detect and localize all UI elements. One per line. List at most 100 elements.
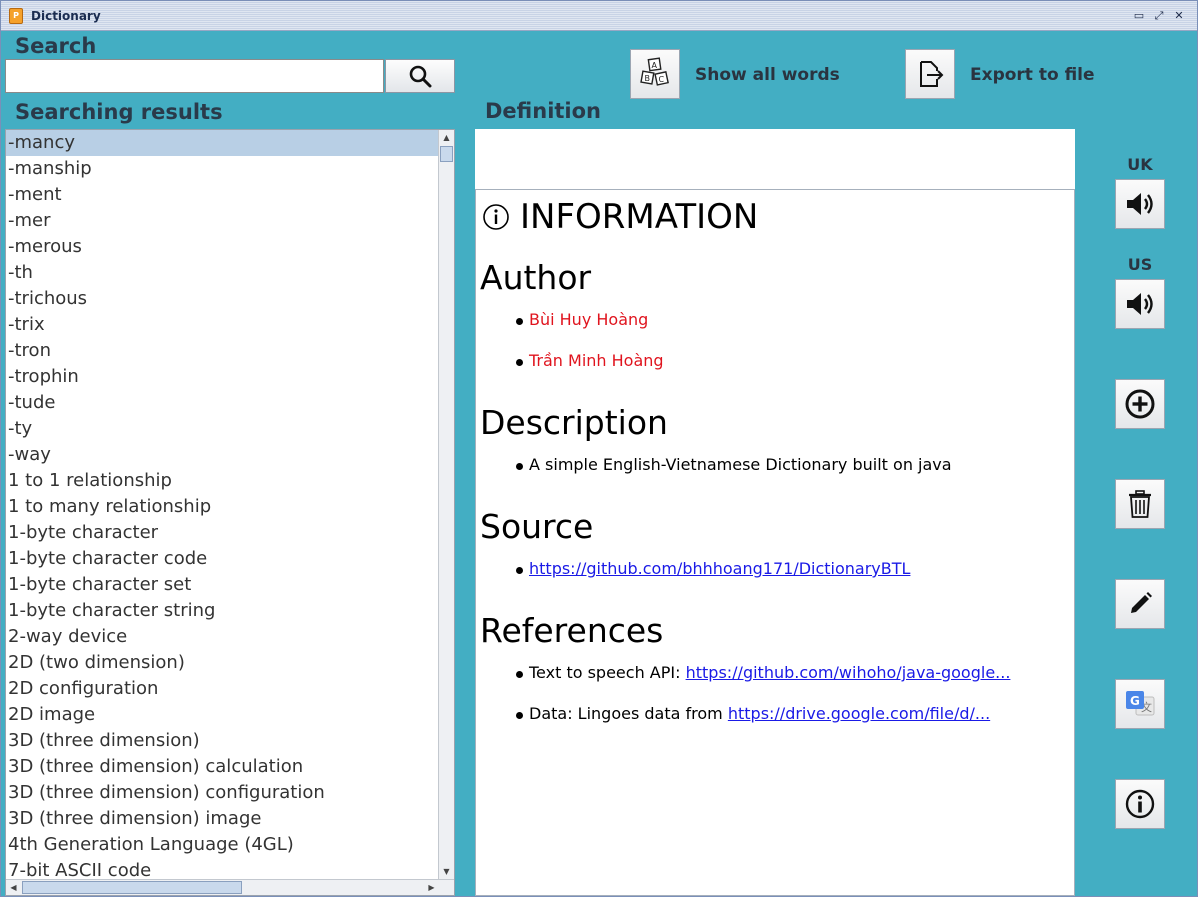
scroll-down-icon[interactable]: ▼ (439, 864, 454, 879)
add-circle-icon (1125, 389, 1155, 419)
result-item[interactable]: 2D (two dimension) (6, 650, 454, 676)
result-item[interactable]: -ty (6, 416, 454, 442)
window-title: Dictionary (31, 9, 101, 23)
about-button[interactable] (1115, 779, 1165, 829)
search-button[interactable] (385, 59, 455, 93)
description-item: A simple English-Vietnamese Dictionary b… (516, 455, 952, 474)
result-item[interactable]: 1 to many relationship (6, 494, 454, 520)
result-item[interactable]: -merous (6, 234, 454, 260)
minimize-icon[interactable]: ▭ (1131, 8, 1147, 24)
svg-text:G: G (1130, 694, 1140, 708)
author-name: Trần Minh Hoàng (529, 351, 664, 370)
author-title: Author (480, 258, 592, 297)
horizontal-scrollbar[interactable]: ◀ ▶ (6, 879, 454, 895)
export-to-file-button[interactable] (905, 49, 955, 99)
reference-item: Data: Lingoes data from https://drive.go… (516, 704, 990, 723)
source-title: Source (480, 507, 594, 546)
close-icon[interactable]: ✕ (1171, 8, 1187, 24)
information-title: INFORMATION (520, 197, 759, 237)
horizontal-scroll-thumb[interactable] (22, 881, 242, 894)
vertical-scrollbar[interactable]: ▲ ▼ (438, 130, 454, 879)
dictionary-window: P Dictionary ▭ ⤢ ✕ Search A B C Show all… (0, 0, 1198, 897)
source-link[interactable]: https://github.com/bhhhoang171/Dictionar… (529, 559, 910, 578)
result-item[interactable]: 3D (three dimension) image (6, 806, 454, 832)
result-item[interactable]: -ment (6, 182, 454, 208)
trash-icon (1129, 490, 1151, 518)
vertical-scroll-thumb[interactable] (440, 146, 453, 162)
result-item[interactable]: -manship (6, 156, 454, 182)
author-item: Bùi Huy Hoàng (516, 310, 648, 329)
search-icon (409, 65, 432, 88)
result-item[interactable]: 2D configuration (6, 676, 454, 702)
result-item[interactable]: -mancy (6, 130, 454, 156)
result-item[interactable]: -way (6, 442, 454, 468)
result-item[interactable]: -mer (6, 208, 454, 234)
result-item[interactable]: 1-byte character (6, 520, 454, 546)
result-item[interactable]: -trichous (6, 286, 454, 312)
result-item[interactable]: -tude (6, 390, 454, 416)
author-name: Bùi Huy Hoàng (529, 310, 649, 329)
uk-label: UK (1127, 155, 1153, 174)
svg-text:C: C (659, 75, 665, 84)
source-item: https://github.com/bhhhoang171/Dictionar… (516, 559, 910, 578)
title-bar[interactable]: P Dictionary ▭ ⤢ ✕ (1, 1, 1197, 31)
reference-link[interactable]: https://drive.google.com/file/d/... (728, 704, 990, 723)
us-pronounce-button[interactable] (1115, 279, 1165, 329)
result-item[interactable]: 2-way device (6, 624, 454, 650)
svg-text:B: B (645, 74, 651, 83)
definition-label: Definition (485, 99, 602, 123)
maximize-icon[interactable]: ⤢ (1151, 8, 1167, 24)
description-text: A simple English-Vietnamese Dictionary b… (529, 455, 952, 474)
result-item[interactable]: -tron (6, 338, 454, 364)
definition-panel: INFORMATION Author Bùi Huy Hoàng Trần Mi… (475, 189, 1075, 896)
author-item: Trần Minh Hoàng (516, 351, 664, 370)
result-item[interactable]: 2D image (6, 702, 454, 728)
info-icon (1125, 789, 1155, 819)
export-to-file-label[interactable]: Export to file (970, 65, 1095, 85)
alphabet-blocks-icon: A B C (640, 57, 669, 86)
reference-link[interactable]: https://github.com/wihoho/java-google... (686, 663, 1011, 682)
result-item[interactable]: 3D (three dimension) (6, 728, 454, 754)
scroll-right-icon[interactable]: ▶ (424, 880, 439, 895)
reference-prefix: Data: Lingoes data from (529, 704, 728, 723)
svg-text:A: A (652, 61, 658, 70)
speaker-icon (1127, 193, 1153, 215)
results-ul: -mancy -manship -ment -mer -merous -th -tricho… (6, 130, 454, 884)
translate-button[interactable]: 文 G (1115, 679, 1165, 729)
uk-pronounce-button[interactable] (1115, 179, 1165, 229)
pencil-icon (1131, 592, 1152, 613)
search-input[interactable] (5, 59, 384, 93)
show-all-words-button[interactable]: A B C (630, 49, 680, 99)
result-item[interactable]: -trophin (6, 364, 454, 390)
result-item[interactable]: 3D (three dimension) calculation (6, 754, 454, 780)
reference-item: Text to speech API: https://github.com/w… (516, 663, 1010, 682)
searching-results-label: Searching results (15, 100, 223, 124)
edit-word-button[interactable] (1115, 579, 1165, 629)
description-title: Description (480, 403, 668, 442)
dictionary-app-icon: P (9, 8, 23, 24)
show-all-words-label[interactable]: Show all words (695, 65, 840, 85)
scroll-left-icon[interactable]: ◀ (6, 880, 21, 895)
add-word-button[interactable] (1115, 379, 1165, 429)
result-item[interactable]: 4th Generation Language (4GL) (6, 832, 454, 858)
information-heading: INFORMATION (482, 197, 758, 237)
result-item[interactable]: -th (6, 260, 454, 286)
search-label: Search (15, 34, 97, 58)
references-title: References (480, 611, 664, 650)
result-item[interactable]: 1 to 1 relationship (6, 468, 454, 494)
speaker-icon (1127, 293, 1153, 315)
results-list[interactable]: -mancy -manship -ment -mer -merous -th -tricho… (5, 129, 455, 896)
scroll-up-icon[interactable]: ▲ (439, 130, 454, 145)
result-item[interactable]: 1-byte character set (6, 572, 454, 598)
file-export-icon (920, 61, 944, 87)
delete-word-button[interactable] (1115, 479, 1165, 529)
result-item[interactable]: 1-byte character string (6, 598, 454, 624)
us-label: US (1127, 255, 1153, 274)
result-item[interactable]: -trix (6, 312, 454, 338)
reference-prefix: Text to speech API: (529, 663, 686, 682)
word-header-area (475, 129, 1075, 189)
google-translate-icon: 文 G (1126, 691, 1155, 716)
result-item[interactable]: 1-byte character code (6, 546, 454, 572)
result-item[interactable]: 3D (three dimension) configuration (6, 780, 454, 806)
info-icon (483, 204, 509, 230)
